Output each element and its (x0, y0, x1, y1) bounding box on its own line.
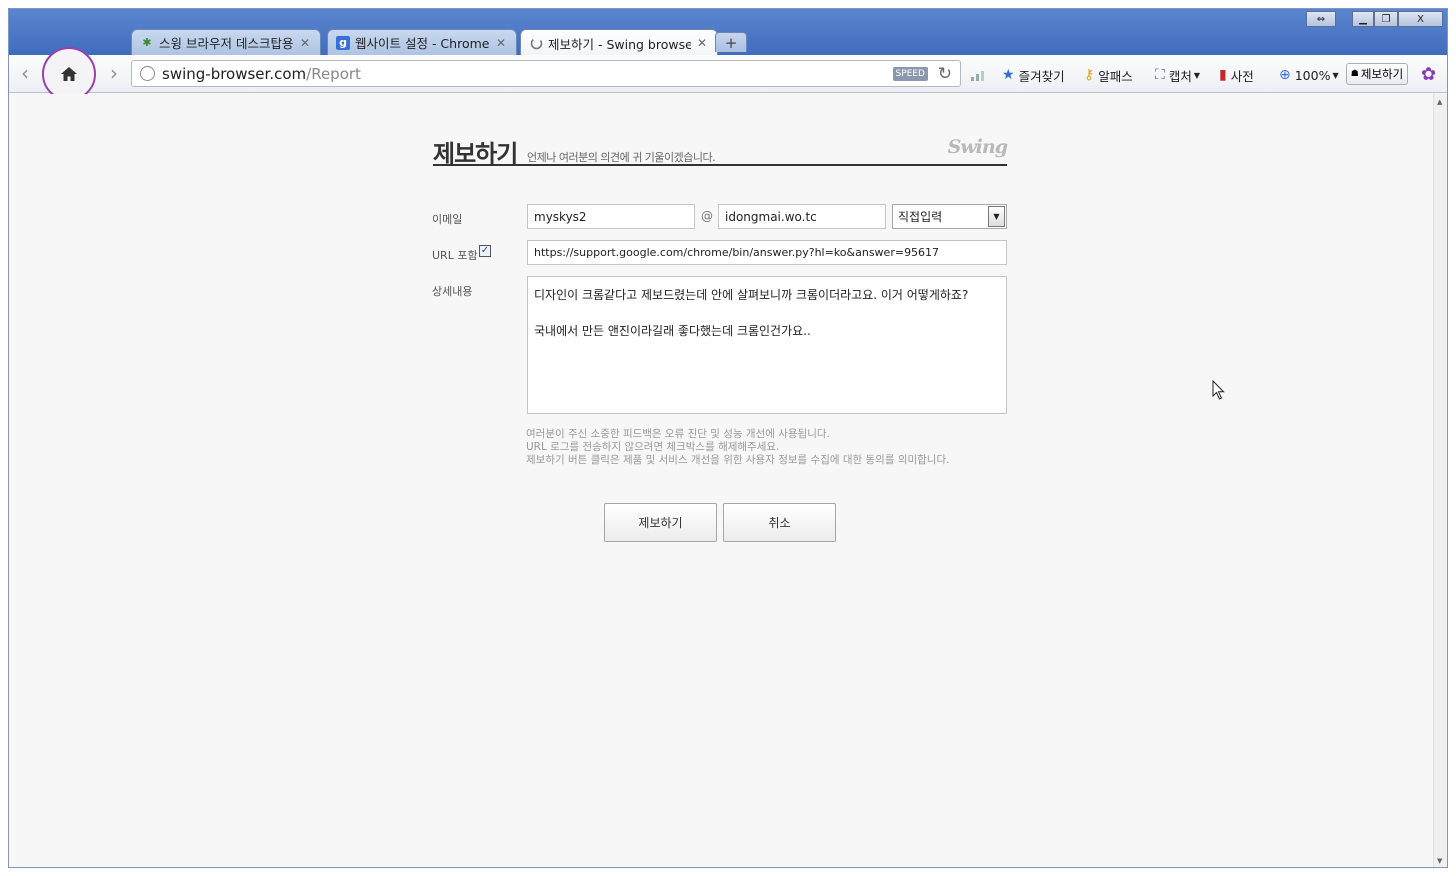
swing-logo: Swing (947, 136, 1008, 158)
swing-leaf-icon: ✱ (142, 36, 152, 49)
tab-report[interactable]: 제보하기 - Swing browser ✕ (520, 29, 718, 56)
zoom-button[interactable]: ⊕ 100% ▼ (1279, 66, 1339, 84)
crop-icon: ⛶ (1155, 67, 1165, 83)
minimize-icon[interactable]: ▁ (1352, 11, 1374, 27)
new-tab-button[interactable]: + (715, 32, 747, 52)
detail-textarea[interactable]: 디자인이 크롬같다고 제보드렸는데 안에 살펴보니까 크롬이더라고요. 이거 어… (527, 276, 1007, 414)
email-domain-select[interactable]: 직접입력 ▼ (892, 204, 1007, 229)
signal-icon[interactable] (971, 66, 985, 84)
user-icon: ☗ (1350, 69, 1359, 79)
globe-icon (140, 66, 155, 81)
page-header: 제보하기 언제나 여러분의 의견에 귀 기울이겠습니다. Swing (433, 132, 1008, 168)
tab-swing-desktop[interactable]: ✱ 스윙 브라우저 데스크탑용 ✕ (131, 29, 321, 55)
loading-icon (529, 36, 543, 50)
alpass-button[interactable]: ⚷ 알패스 (1084, 66, 1133, 84)
gear-icon[interactable]: ✿ (1421, 64, 1436, 85)
zoom-icon: ⊕ (1279, 67, 1291, 83)
vertical-scrollbar[interactable]: ▲ ▼ (1433, 94, 1447, 867)
back-button[interactable]: ‹ (14, 61, 36, 85)
toolbar: ‹ › swing-browser.com/Report SPEED ↻ ★ 즐… (9, 47, 1447, 101)
home-button[interactable] (42, 47, 96, 101)
book-icon: ▮ (1219, 67, 1227, 83)
url-input[interactable]: https://support.google.com/chrome/bin/an… (527, 240, 1007, 265)
layout-toggle-icon[interactable]: ⇔ (1306, 11, 1336, 27)
email-user-input[interactable]: myskys2 (527, 204, 695, 229)
capture-button[interactable]: ⛶ 캡처 ▼ (1155, 66, 1200, 84)
close-icon[interactable]: ✕ (697, 36, 709, 50)
browser-window: ✱ 스윙 브라우저 데스크탑용 ✕ g 웹사이트 설정 - Chrome 도 ✕… (8, 8, 1448, 868)
close-window-icon[interactable]: X (1398, 11, 1443, 27)
page-subtitle: 언제나 여러분의 의견에 귀 기울이겠습니다. (527, 151, 716, 164)
close-icon[interactable]: ✕ (496, 36, 508, 50)
star-icon: ★ (1002, 67, 1015, 83)
chevron-down-icon: ▼ (1332, 70, 1339, 80)
cancel-button[interactable]: 취소 (723, 503, 836, 542)
tab-website-settings[interactable]: g 웹사이트 설정 - Chrome 도 ✕ (327, 29, 517, 55)
detail-label: 상세내용 (432, 285, 473, 298)
chevron-down-icon: ▼ (1193, 70, 1200, 80)
chevron-down-icon: ▼ (988, 206, 1005, 227)
url-label: URL 포함 (432, 249, 478, 262)
mouse-cursor-icon (1212, 379, 1226, 404)
dictionary-button[interactable]: ▮ 사전 (1219, 66, 1254, 84)
home-icon (61, 67, 77, 81)
notice-text: 여러분이 주신 소중한 피드백은 오류 진단 및 성능 개선에 사용됩니다. U… (526, 428, 949, 467)
google-icon: g (336, 35, 350, 50)
favorites-button[interactable]: ★ 즐겨찾기 (1002, 66, 1065, 84)
scroll-up-icon[interactable]: ▲ (1437, 98, 1442, 106)
restore-icon[interactable]: ❐ (1374, 11, 1398, 27)
detail-line: 국내에서 만든 앤진이라길래 좋다했는데 크롬인건가요.. (534, 324, 811, 338)
forward-button[interactable]: › (103, 61, 125, 85)
address-bar[interactable]: swing-browser.com/Report SPEED ↻ (131, 60, 961, 87)
reload-icon[interactable]: ↻ (938, 64, 952, 84)
close-icon[interactable]: ✕ (300, 36, 312, 50)
notice-line: 제보하기 버튼 클릭은 제품 및 서비스 개선을 위한 사용자 정보를 수집에 … (526, 454, 950, 466)
scroll-down-icon[interactable]: ▼ (1437, 857, 1442, 865)
email-label: 이메일 (432, 213, 463, 226)
notice-line: URL 로그를 전송하지 않으려면 체크박스를 해제해주세요. (526, 441, 780, 453)
key-icon: ⚷ (1084, 67, 1095, 83)
detail-line: 디자인이 크롬같다고 제보드렸는데 안에 살펴보니까 크롬이더라고요. 이거 어… (534, 288, 969, 302)
url-include-checkbox[interactable]: ✓ (479, 245, 491, 257)
page-title: 제보하기 (433, 140, 518, 168)
report-button[interactable]: ☗ 제보하기 (1346, 63, 1408, 85)
at-symbol: @ (701, 209, 713, 223)
speed-badge[interactable]: SPEED (892, 67, 928, 81)
notice-line: 여러분이 주신 소중한 피드백은 오류 진단 및 성능 개선에 사용됩니다. (526, 428, 830, 440)
submit-button[interactable]: 제보하기 (604, 503, 717, 542)
tab-strip: ✱ 스윙 브라우저 데스크탑용 ✕ g 웹사이트 설정 - Chrome 도 ✕… (9, 9, 1447, 56)
email-domain-input[interactable]: idongmai.wo.tc (718, 204, 886, 229)
page-content: 제보하기 언제나 여러분의 의견에 귀 기울이겠습니다. Swing 이메일 m… (9, 94, 1435, 867)
